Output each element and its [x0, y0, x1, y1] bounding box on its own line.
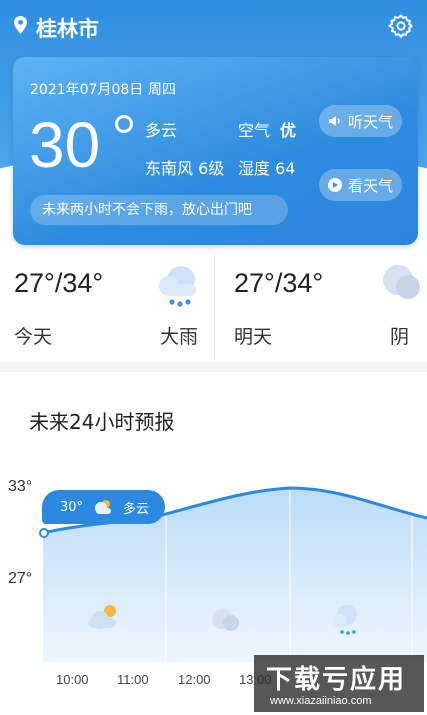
hour-label: 11:00 — [117, 672, 149, 687]
rain-cloud-icon — [159, 266, 196, 307]
tomorrow-label: 明天 — [234, 326, 273, 348]
city-name[interactable]: 桂林市 — [36, 13, 99, 43]
date-text: 2021年07月08日 — [30, 82, 144, 98]
current-temperature: 30 — [29, 109, 101, 181]
hour-label: 12:00 — [178, 672, 211, 687]
watch-weather-button[interactable]: 看天气 — [319, 169, 402, 201]
y-axis-low-label: 27° — [8, 570, 33, 587]
watch-weather-label: 看天气 — [347, 176, 393, 195]
daily-forecast-strip: 27°/34° 今天 大雨 27°/34° 明天 阴 — [0, 250, 427, 362]
settings-gear-icon[interactable] — [388, 13, 414, 39]
listen-weather-button[interactable]: 听天气 — [319, 105, 402, 137]
current-condition: 多云 — [145, 121, 178, 140]
selected-point — [39, 528, 49, 538]
watermark-url: www.xiazaiiniao.com — [270, 695, 372, 707]
hour-label: 10:00 — [56, 672, 89, 687]
tomorrow-condition: 阴 — [390, 326, 410, 348]
watermark-logo: 下载亏应用 www.xiazaiiniao.com — [254, 655, 424, 712]
today-temp-range: 27°/34° — [14, 268, 104, 298]
y-axis-high-label: 33° — [8, 478, 33, 495]
today-condition: 大雨 — [160, 326, 199, 348]
overcast-cloud-icon — [383, 265, 420, 299]
partly-cloudy-icon — [95, 500, 112, 514]
rain-tip-banner[interactable]: 未来两小时不会下雨，放心出门吧 — [30, 195, 288, 225]
speaker-icon — [328, 116, 340, 126]
wind-text: 东南风 6级 — [145, 159, 225, 178]
air-quality-label: 空气 — [238, 121, 271, 140]
today-label: 今天 — [14, 326, 53, 348]
current-weather-card[interactable]: 2021年07月08日 周四 30 多云 空气 优 东南风 6级 湿度 64 听… — [13, 57, 418, 245]
tomorrow-temp-range: 27°/34° — [234, 268, 324, 298]
location-pin-icon[interactable] — [14, 16, 27, 34]
listen-weather-label: 听天气 — [347, 112, 393, 131]
tooltip-condition: 多云 — [123, 501, 150, 517]
air-quality-value: 优 — [280, 121, 297, 140]
humidity-text: 湿度 64 — [238, 159, 296, 178]
selected-hour-tooltip: 30° 多云 — [42, 490, 165, 524]
weekday-text: 周四 — [148, 82, 176, 98]
watermark-main-text: 下载亏应用 — [266, 665, 407, 695]
degree-symbol — [115, 115, 133, 133]
daily-divider — [214, 254, 215, 358]
play-icon — [327, 178, 342, 192]
tooltip-temperature: 30° — [60, 499, 84, 515]
header: 桂林市 — [0, 0, 427, 54]
